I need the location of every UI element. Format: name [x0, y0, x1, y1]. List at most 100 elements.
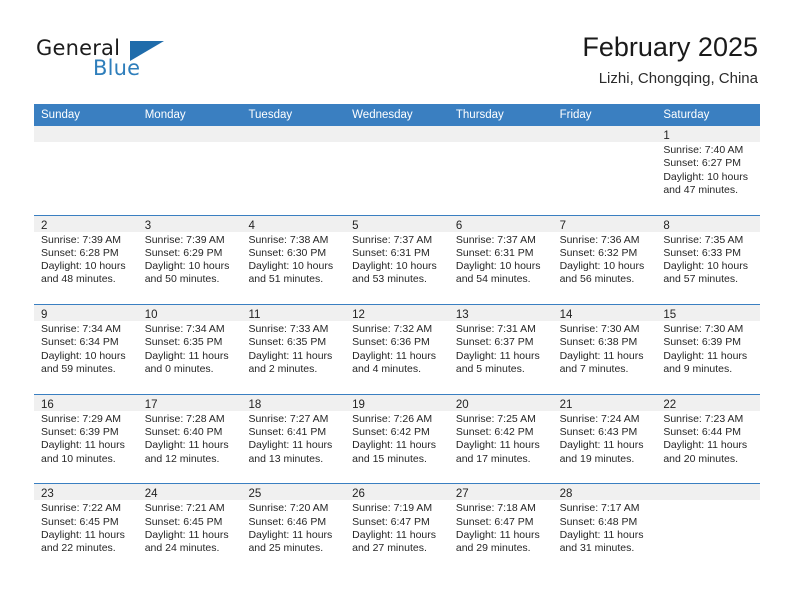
day-cell[interactable]: 27 Sunrise: 7:18 AM Sunset: 6:47 PM Dayligh…: [448, 484, 553, 574]
day-date-bar: 24: [137, 484, 242, 501]
day-cell[interactable]: 6 Sunrise: 7:37 AM Sunset: 6:31 PM Daylight…: [448, 215, 553, 305]
day-date-bar: 5: [345, 215, 449, 232]
day-date-bar: 16: [34, 394, 138, 411]
sunset-text: Sunset: 6:39 PM: [41, 426, 119, 439]
day-cell[interactable]: 19 Sunrise: 7:26 AM Sunset: 6:42 PM Dayligh…: [345, 394, 449, 484]
calendar-page: General Blue February 2025 Lizhi, Chongq…: [0, 0, 792, 612]
sunrise-text: Sunrise: 7:36 AM: [559, 233, 640, 246]
sunset-text: Sunset: 6:46 PM: [248, 515, 327, 528]
daylight-text: Daylight: 11 hours and 13 minutes.: [248, 439, 333, 465]
sunset-text: Sunset: 6:44 PM: [663, 426, 741, 439]
day-cell[interactable]: 13 Sunrise: 7:31 AM Sunset: 6:37 PM Dayligh…: [448, 305, 553, 394]
sunset-text: Sunset: 6:42 PM: [455, 426, 534, 439]
sunrise-text: Sunrise: 7:34 AM: [144, 323, 225, 336]
daylight-text: Daylight: 10 hours and 57 minutes.: [663, 260, 748, 286]
weekday-header-monday: Monday: [144, 109, 186, 121]
day-number: 5: [352, 219, 359, 232]
day-sun-info: Sunrise: 7:39 AM Sunset: 6:29 PM Daylight:…: [138, 232, 242, 287]
sunrise-text: Sunrise: 7:25 AM: [455, 412, 536, 425]
day-date-bar: 1: [656, 126, 761, 142]
day-date-bar: 23: [34, 484, 138, 501]
daylight-text: Daylight: 10 hours and 51 minutes.: [248, 260, 334, 286]
day-cell[interactable]: 24 Sunrise: 7:21 AM Sunset: 6:45 PM Dayligh…: [137, 484, 242, 574]
day-number: 7: [559, 219, 566, 232]
day-cell-empty: [552, 126, 657, 215]
weekday-header-thursday: Thursday: [455, 109, 504, 121]
sunrise-text: Sunrise: 7:27 AM: [248, 412, 329, 425]
day-cell[interactable]: 15 Sunrise: 7:30 AM Sunset: 6:39 PM Dayligh…: [656, 305, 761, 394]
day-date-bar: [345, 126, 449, 142]
sunrise-text: Sunrise: 7:37 AM: [352, 233, 433, 246]
calendar-week-row: 16 Sunrise: 7:29 AM Sunset: 6:39 PM Dayligh…: [34, 394, 761, 485]
day-number: 27: [455, 488, 469, 501]
day-cell[interactable]: 5 Sunrise: 7:37 AM Sunset: 6:31 PM Daylight…: [345, 215, 449, 305]
day-cell[interactable]: 7 Sunrise: 7:36 AM Sunset: 6:32 PM Daylight…: [552, 215, 657, 305]
daylight-text: Daylight: 11 hours and 19 minutes.: [559, 439, 644, 465]
day-cell[interactable]: 20 Sunrise: 7:25 AM Sunset: 6:42 PM Dayligh…: [448, 394, 553, 484]
day-sun-info: Sunrise: 7:37 AM Sunset: 6:31 PM Daylight:…: [345, 232, 449, 287]
day-cell[interactable]: 8 Sunrise: 7:35 AM Sunset: 6:33 PM Daylight…: [656, 215, 761, 305]
day-cell[interactable]: 23 Sunrise: 7:22 AM Sunset: 6:45 PM Dayligh…: [34, 484, 138, 574]
day-date-bar: 2: [34, 215, 138, 232]
day-date-bar: 18: [241, 394, 346, 411]
sunset-text: Sunset: 6:31 PM: [455, 246, 534, 259]
day-sun-info: Sunrise: 7:37 AM Sunset: 6:31 PM Daylight:…: [449, 232, 553, 287]
day-number: 21: [559, 398, 573, 411]
sunset-text: Sunset: 6:47 PM: [352, 515, 430, 528]
day-number: 13: [455, 309, 469, 322]
daylight-text: Daylight: 10 hours and 50 minutes.: [144, 260, 230, 286]
day-cell[interactable]: 12 Sunrise: 7:32 AM Sunset: 6:36 PM Dayligh…: [345, 305, 449, 394]
sunset-text: Sunset: 6:36 PM: [352, 336, 430, 349]
sunrise-text: Sunrise: 7:38 AM: [248, 233, 329, 246]
sunset-text: Sunset: 6:27 PM: [663, 157, 741, 170]
day-number: 18: [248, 398, 262, 411]
day-cell[interactable]: 14 Sunrise: 7:30 AM Sunset: 6:38 PM Dayligh…: [552, 305, 657, 394]
day-number: 17: [144, 398, 158, 411]
day-number: 9: [41, 309, 48, 322]
day-date-bar: 22: [656, 394, 761, 411]
day-cell[interactable]: 22 Sunrise: 7:23 AM Sunset: 6:44 PM Dayligh…: [656, 394, 761, 484]
day-cell[interactable]: 16 Sunrise: 7:29 AM Sunset: 6:39 PM Dayligh…: [34, 394, 138, 484]
weekday-header-friday: Friday: [559, 109, 592, 121]
day-cell[interactable]: 1 Sunrise: 7:40 AM Sunset: 6:27 PM Daylight…: [656, 126, 761, 215]
day-cell[interactable]: 9 Sunrise: 7:34 AM Sunset: 6:34 PM Daylight…: [34, 305, 138, 394]
day-cell[interactable]: 25 Sunrise: 7:20 AM Sunset: 6:46 PM Dayligh…: [241, 484, 346, 574]
day-date-bar: 26: [345, 484, 449, 501]
title-block: February 2025 Lizhi, Chongqing, China: [582, 30, 758, 90]
day-date-bar: 25: [241, 484, 346, 501]
day-cell[interactable]: 21 Sunrise: 7:24 AM Sunset: 6:43 PM Dayligh…: [552, 394, 657, 484]
sunrise-text: Sunrise: 7:32 AM: [352, 323, 433, 336]
daylight-text: Daylight: 11 hours and 10 minutes.: [41, 439, 125, 465]
day-sun-info: Sunrise: 7:23 AM Sunset: 6:44 PM Daylight:…: [656, 411, 760, 466]
day-cell[interactable]: 17 Sunrise: 7:28 AM Sunset: 6:40 PM Dayligh…: [137, 394, 242, 484]
day-cell[interactable]: 10 Sunrise: 7:34 AM Sunset: 6:35 PM Dayligh…: [137, 305, 242, 394]
day-number: 23: [41, 488, 54, 501]
day-sun-info: Sunrise: 7:18 AM Sunset: 6:47 PM Daylight:…: [449, 500, 553, 555]
sunrise-text: Sunrise: 7:18 AM: [455, 502, 536, 515]
day-cell[interactable]: 3 Sunrise: 7:39 AM Sunset: 6:29 PM Daylight…: [137, 215, 242, 305]
day-cell[interactable]: 2 Sunrise: 7:39 AM Sunset: 6:28 PM Daylight…: [34, 215, 138, 305]
day-cell[interactable]: 28 Sunrise: 7:17 AM Sunset: 6:48 PM Dayligh…: [552, 484, 657, 574]
day-cell[interactable]: 11 Sunrise: 7:33 AM Sunset: 6:35 PM Dayligh…: [241, 305, 346, 394]
day-date-bar: 10: [137, 305, 242, 322]
day-number: 15: [663, 309, 677, 322]
day-sun-info: Sunrise: 7:28 AM Sunset: 6:40 PM Daylight:…: [138, 411, 242, 466]
weekday-header-tuesday: Tuesday: [248, 109, 293, 121]
day-cell[interactable]: 26 Sunrise: 7:19 AM Sunset: 6:47 PM Dayligh…: [345, 484, 449, 574]
day-date-bar: [656, 484, 761, 501]
day-number: 22: [663, 398, 677, 411]
sunrise-text: Sunrise: 7:19 AM: [352, 502, 433, 515]
day-number: 25: [248, 488, 262, 501]
logo-text-blue: Blue: [93, 56, 141, 80]
day-sun-info: Sunrise: 7:36 AM Sunset: 6:32 PM Daylight:…: [553, 232, 657, 287]
day-date-bar: [448, 126, 553, 142]
day-cell[interactable]: 18 Sunrise: 7:27 AM Sunset: 6:41 PM Dayligh…: [241, 394, 346, 484]
day-sun-info: Sunrise: 7:25 AM Sunset: 6:42 PM Daylight:…: [449, 411, 553, 466]
calendar-week-row: 2 Sunrise: 7:39 AM Sunset: 6:28 PM Daylight…: [34, 215, 761, 306]
day-cell[interactable]: 4 Sunrise: 7:38 AM Sunset: 6:30 PM Daylight…: [241, 215, 346, 305]
sunset-text: Sunset: 6:37 PM: [455, 336, 534, 349]
day-date-bar: [552, 126, 657, 142]
general-blue-logo[interactable]: General Blue: [36, 36, 216, 88]
day-date-bar: 6: [448, 215, 553, 232]
day-sun-info: Sunrise: 7:29 AM Sunset: 6:39 PM Daylight:…: [34, 411, 138, 466]
